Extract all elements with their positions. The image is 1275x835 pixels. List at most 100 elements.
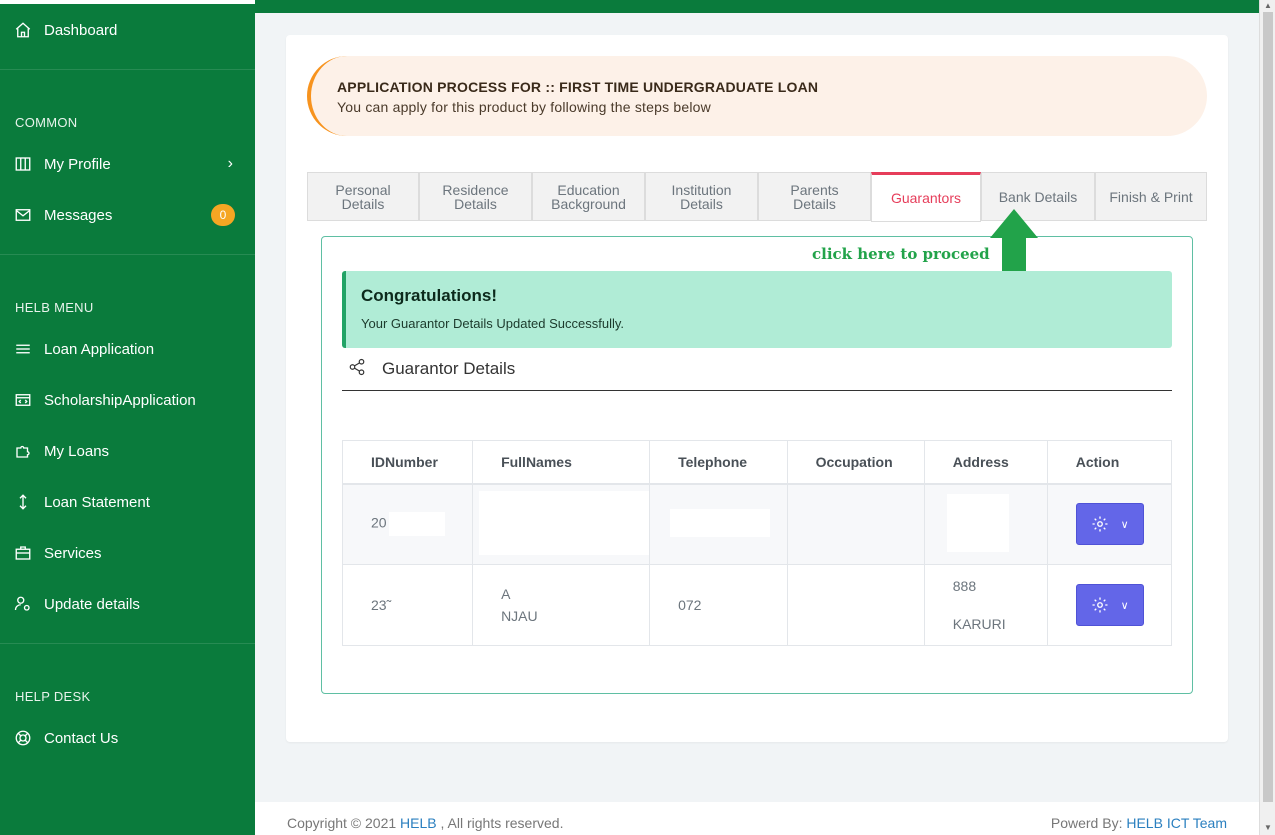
sidebar-item-label: Services (44, 544, 102, 562)
scroll-down-icon[interactable]: ▼ (1264, 823, 1272, 832)
sidebar-item-label: Contact Us (44, 729, 119, 747)
footer: Copyright © 2021 HELB , All rights reser… (255, 802, 1259, 835)
column-header: FullNames (472, 440, 651, 485)
tab-label: Guarantors (890, 190, 962, 206)
mail-icon (14, 206, 32, 224)
copyright-label: Copyright © 2021 (287, 815, 401, 831)
scrollbar-thumb[interactable] (1263, 12, 1273, 802)
powered-label: Powerd By: (1050, 815, 1127, 831)
column-header: Address (923, 440, 1048, 485)
tab-label: Details (793, 195, 836, 212)
sidebar-item-label: My Profile (44, 155, 111, 173)
address-line: 888 (952, 578, 977, 594)
name-line: NJAU (501, 608, 538, 624)
id-value: 23̃ (371, 597, 387, 613)
redaction (946, 493, 1009, 552)
powered-by-text: Powerd By: HELB ICT Team (1051, 815, 1227, 831)
action-cell: ∨ (1046, 483, 1173, 565)
tab-label: Background (551, 195, 626, 212)
tab-label: Institution (671, 181, 732, 198)
user-settings-icon (14, 595, 32, 613)
tab-personal-details[interactable]: Personal Details (307, 172, 419, 221)
redaction (479, 490, 650, 555)
briefcase-icon (14, 544, 32, 562)
section-title: Guarantor Details (382, 359, 516, 378)
code-window-icon (14, 391, 32, 409)
divider (0, 643, 255, 644)
tab-label: Details (680, 195, 723, 212)
sidebar-item-dashboard[interactable]: Dashboard (0, 10, 255, 50)
home-icon (14, 21, 32, 39)
sidebar-item-label: My Loans (44, 442, 110, 460)
up-arrow-icon (990, 209, 1038, 271)
sidebar-item-update-details[interactable]: Update details (0, 584, 255, 624)
sidebar-item-contact-us[interactable]: Contact Us (0, 718, 255, 758)
chevron-right-icon: › (227, 155, 233, 172)
proceed-hint-text: click here to proceed (812, 245, 990, 263)
sidebar-item-label: Messages (44, 206, 113, 224)
tab-finish-print[interactable]: Finish & Print (1095, 172, 1207, 221)
tab-label: Residence (442, 181, 509, 198)
copyright-text: Copyright © 2021 HELB , All rights reser… (287, 815, 563, 831)
sidebar-item-loan-application[interactable]: Loan Application (0, 329, 255, 369)
tab-residence-details[interactable]: Residence Details (419, 172, 532, 221)
tab-label: Bank Details (998, 188, 1078, 205)
tab-education-background[interactable]: Education Background (532, 172, 645, 221)
divider (0, 69, 255, 70)
tab-label: Parents (790, 181, 839, 198)
sidebar-item-label: ScholarshipApplication (44, 391, 196, 409)
messages-count-badge: 0 (211, 204, 235, 226)
address-line: KARURI (952, 616, 1006, 632)
sidebar: Dashboard COMMON My Profile › Messages 0… (0, 0, 255, 835)
alert-heading: Congratulations! (361, 286, 497, 305)
redaction (388, 512, 445, 537)
gear-icon (1092, 597, 1108, 613)
sidebar-item-messages[interactable]: Messages 0 (0, 195, 255, 235)
tab-label: Education (557, 181, 620, 198)
up-down-arrow-icon (14, 493, 32, 511)
success-alert: Congratulations! Your Guarantor Details … (342, 271, 1172, 348)
banner-title: APPLICATION PROCESS FOR :: FIRST TIME UN… (337, 79, 819, 95)
sidebar-item-services[interactable]: Services (0, 533, 255, 573)
columns-icon (14, 155, 32, 173)
sidebar-item-label: Update details (44, 595, 140, 613)
sidebar-item-my-profile[interactable]: My Profile › (0, 144, 255, 184)
scroll-up-icon[interactable]: ▲ (1264, 1, 1272, 10)
column-header: IDNumber (341, 440, 474, 485)
rights-label: , All rights reserved. (436, 815, 564, 831)
column-header: Action (1046, 440, 1173, 485)
sidebar-item-loan-statement[interactable]: Loan Statement (0, 482, 255, 522)
menu-lines-icon (14, 340, 32, 358)
telephone-cell: 072 (649, 564, 788, 646)
column-header: Occupation (786, 440, 925, 485)
telephone-value: 072 (678, 597, 702, 613)
action-dropdown-button[interactable]: ∨ (1075, 503, 1144, 546)
action-cell: ∨ (1046, 564, 1173, 646)
chevron-down-icon: ∨ (1120, 599, 1129, 612)
name-cell: A NJAU (472, 564, 651, 646)
tab-institution-details[interactable]: Institution Details (645, 172, 758, 221)
helb-ict-team-link[interactable]: HELB ICT Team (1126, 815, 1227, 831)
table-header-row: IDNumber FullNames Telephone Occupation … (341, 440, 1173, 485)
sidebar-item-my-loans[interactable]: My Loans (0, 431, 255, 471)
lifebuoy-icon (14, 729, 32, 747)
column-header: Telephone (649, 440, 788, 485)
table-row: 23̃ A NJAU 072 888 KARURI ∨ (341, 564, 1173, 646)
section-heading-help-desk: HELP DESK (15, 689, 91, 704)
tab-label: Personal (335, 181, 391, 198)
sidebar-item-scholarship-application[interactable]: ScholarshipApplication (0, 380, 255, 420)
sidebar-item-label: Loan Application (44, 340, 155, 358)
occupation-cell (786, 483, 925, 565)
action-dropdown-button[interactable]: ∨ (1075, 584, 1144, 626)
chevron-down-icon: ∨ (1120, 518, 1129, 531)
helb-link[interactable]: HELB (400, 815, 437, 831)
tab-parents-details[interactable]: Parents Details (758, 172, 871, 221)
redaction (670, 508, 771, 537)
tab-guarantors[interactable]: Guarantors (871, 172, 981, 222)
sidebar-top-line (0, 0, 255, 4)
scrollbar[interactable]: ▲ ▼ (1259, 0, 1275, 835)
id-value: 20 (371, 514, 387, 531)
share-icon (348, 358, 366, 376)
sidebar-item-label: Dashboard (44, 21, 118, 39)
guarantor-table: IDNumber FullNames Telephone Occupation … (341, 440, 1173, 646)
